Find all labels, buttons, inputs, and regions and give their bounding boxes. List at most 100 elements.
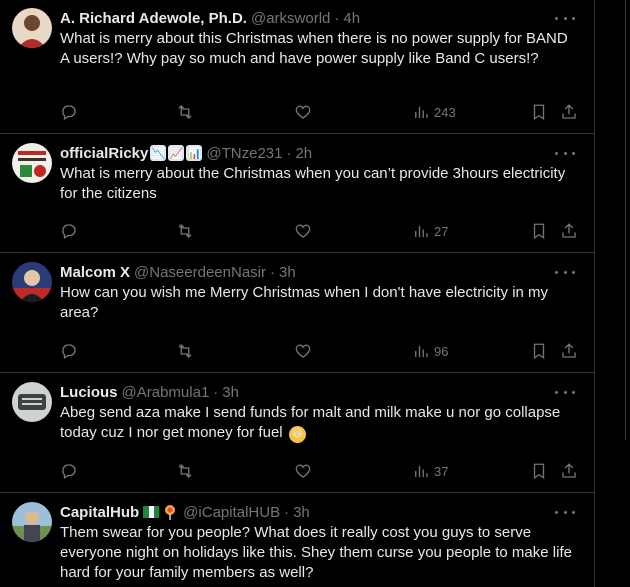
tweet-text: What is merry about this Christmas when … — [60, 30, 568, 67]
user-handle[interactable]: @TNze231 — [206, 145, 282, 162]
heart-icon — [295, 224, 311, 238]
retweet-icon — [178, 105, 192, 119]
tweet-actions: 37 — [60, 461, 580, 481]
user-handle[interactable]: @arksworld — [251, 10, 330, 27]
avatar[interactable] — [12, 262, 52, 302]
share-button[interactable] — [560, 221, 578, 241]
heart-icon — [295, 344, 311, 358]
display-name[interactable]: A. Richard Adewole, Ph.D. — [60, 10, 247, 27]
display-name[interactable]: officialRicky — [60, 145, 148, 162]
like-button[interactable] — [294, 341, 312, 361]
reply-button[interactable] — [60, 221, 78, 241]
avatar[interactable] — [12, 382, 52, 422]
bookmark-button[interactable] — [530, 102, 548, 122]
reply-icon — [62, 344, 76, 359]
heart-icon — [295, 464, 311, 478]
tweet[interactable]: Malcom X @NaseerdeenNasir · 3h How can y… — [0, 254, 595, 373]
timestamp[interactable]: 3h — [279, 264, 296, 281]
timestamp[interactable]: 2h — [295, 145, 312, 162]
lollipop-emoji — [161, 504, 179, 520]
reply-button[interactable] — [60, 461, 78, 481]
tweet-actions: 27 — [60, 221, 580, 241]
tweet[interactable]: A. Richard Adewole, Ph.D. @arksworld · 4… — [0, 0, 595, 134]
heart-icon — [295, 105, 311, 119]
retweet-icon — [178, 344, 192, 358]
views-count: 27 — [434, 223, 449, 239]
views-button[interactable]: 243 — [412, 102, 456, 122]
retweet-button[interactable] — [176, 341, 194, 361]
chart-decreasing-emoji: 📉 — [150, 145, 167, 161]
display-name[interactable]: Lucious — [60, 384, 118, 401]
bookmark-icon — [533, 463, 545, 480]
separator-dot: · — [284, 503, 290, 521]
reply-button[interactable] — [60, 102, 78, 122]
separator-dot: · — [334, 9, 340, 27]
more-options-icon[interactable] — [555, 145, 575, 161]
tweet-header: A. Richard Adewole, Ph.D. @arksworld · 4… — [60, 8, 360, 28]
bookmark-button[interactable] — [530, 221, 548, 241]
separator-dot: · — [286, 144, 292, 162]
tweet[interactable]: officialRicky 📉 📈 📊 @TNze231 · 2h What i… — [0, 135, 595, 253]
user-handle[interactable]: @NaseerdeenNasir — [134, 264, 266, 281]
tweet-header: Lucious @Arabmula1 · 3h — [60, 382, 239, 402]
share-icon — [562, 463, 576, 478]
chart-increasing-emoji: 📈 — [168, 145, 185, 161]
tweet[interactable]: CapitalHub @iCapitalHUB · 3h Them swear … — [0, 494, 595, 587]
user-handle[interactable]: @Arabmula1 — [122, 384, 210, 401]
retweet-button[interactable] — [176, 102, 194, 122]
retweet-button[interactable] — [176, 461, 194, 481]
more-options-icon[interactable] — [555, 384, 575, 400]
separator-dot: · — [213, 383, 219, 401]
laughing-emoji: 😆 — [288, 425, 306, 443]
tweet-text: Them swear for you people? What does it … — [60, 524, 572, 581]
nigeria-flag-emoji — [143, 506, 160, 518]
share-icon — [562, 343, 576, 358]
tweet-text-content: Abeg send aza make I send funds for malt… — [60, 404, 561, 441]
avatar[interactable] — [12, 143, 52, 183]
share-button[interactable] — [560, 461, 578, 481]
like-button[interactable] — [294, 221, 312, 241]
timestamp[interactable]: 4h — [343, 10, 360, 27]
display-name[interactable]: CapitalHub — [60, 504, 139, 521]
reply-button[interactable] — [60, 341, 78, 361]
avatar[interactable] — [12, 502, 52, 542]
views-button[interactable]: 37 — [412, 461, 448, 481]
bookmark-icon — [533, 104, 545, 121]
more-options-icon[interactable] — [555, 504, 575, 520]
tweet-header: officialRicky 📉 📈 📊 @TNze231 · 2h — [60, 143, 312, 163]
tweet-text: Abeg send aza make I send funds for malt… — [60, 403, 580, 443]
reply-icon — [62, 224, 76, 239]
analytics-icon — [415, 106, 428, 118]
views-button[interactable]: 27 — [412, 221, 448, 241]
user-handle[interactable]: @iCapitalHUB — [183, 504, 280, 521]
tweet-actions: 96 — [60, 341, 580, 361]
bookmark-icon — [533, 223, 545, 240]
share-button[interactable] — [560, 102, 578, 122]
display-name[interactable]: Malcom X — [60, 264, 130, 281]
views-count: 37 — [434, 463, 449, 479]
more-options-icon[interactable] — [555, 264, 575, 280]
tweet-header: Malcom X @NaseerdeenNasir · 3h — [60, 262, 296, 282]
tweet[interactable]: Lucious @Arabmula1 · 3h Abeg send aza ma… — [0, 374, 595, 493]
scrollbar[interactable] — [622, 0, 630, 440]
retweet-button[interactable] — [176, 221, 194, 241]
retweet-icon — [178, 464, 192, 478]
like-button[interactable] — [294, 102, 312, 122]
retweet-icon — [178, 224, 192, 238]
bookmark-button[interactable] — [530, 461, 548, 481]
analytics-icon — [415, 345, 428, 357]
views-button[interactable]: 96 — [412, 341, 448, 361]
analytics-icon — [415, 225, 428, 237]
more-options-icon[interactable] — [555, 10, 575, 26]
separator-dot: · — [269, 263, 275, 281]
like-button[interactable] — [294, 461, 312, 481]
tweet-text: How can you wish me Merry Christmas when… — [60, 284, 549, 321]
share-icon — [562, 223, 576, 238]
bookmark-button[interactable] — [530, 341, 548, 361]
reply-icon — [62, 105, 76, 120]
timestamp[interactable]: 3h — [222, 384, 239, 401]
timestamp[interactable]: 3h — [293, 504, 310, 521]
analytics-icon — [415, 465, 428, 477]
share-button[interactable] — [560, 341, 578, 361]
avatar[interactable] — [12, 8, 52, 48]
